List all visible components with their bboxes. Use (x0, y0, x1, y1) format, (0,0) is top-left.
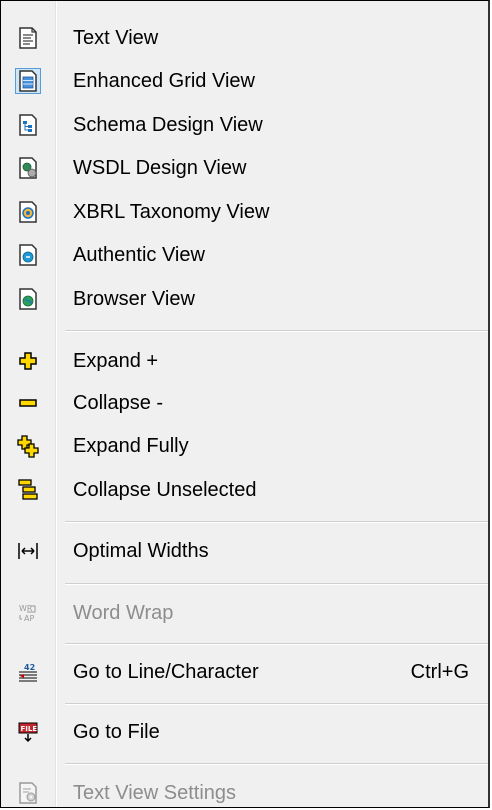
menu-separator (65, 703, 488, 705)
menu-item-label: Browser View (73, 288, 195, 310)
menu-item-collapse-unselected[interactable]: Collapse Unselected (1, 470, 488, 510)
menu-item-go-to-line[interactable]: 42 Go to Line/Character Ctrl+G (1, 652, 488, 692)
menu-item-label: Schema Design View (73, 114, 263, 136)
goto-file-icon: FILE (18, 722, 38, 743)
menu-item-text-view-settings[interactable]: Text View Settings (1, 773, 488, 807)
context-menu: Text View Enhanced Grid View Schema Desi… (0, 0, 490, 808)
menu-item-go-to-file[interactable]: FILE Go to File (1, 712, 488, 752)
text-view-icon (19, 27, 37, 49)
svg-text:AP: AP (24, 614, 34, 623)
menu-item-shortcut: Ctrl+G (410, 661, 469, 683)
menu-item-label: Authentic View (73, 244, 205, 266)
menu-separator (65, 330, 488, 332)
svg-text:42: 42 (24, 663, 35, 672)
menu-item-text-view[interactable]: Text View (1, 18, 488, 58)
menu-item-optimal-widths[interactable]: Optimal Widths (1, 531, 488, 571)
menu-item-collapse[interactable]: Collapse - (1, 383, 488, 423)
menu-item-schema-design-view[interactable]: Schema Design View (1, 105, 488, 145)
menu-item-label: Text View Settings (73, 782, 237, 804)
menu-item-expand[interactable]: Expand + (1, 341, 488, 381)
menu-item-label: Collapse - (73, 392, 164, 414)
menu-item-label: Enhanced Grid View (73, 70, 255, 92)
menu-separator (65, 643, 488, 645)
menu-item-label: Expand + (73, 350, 159, 372)
menu-item-label: Text View (73, 27, 159, 49)
expand-fully-icon (17, 435, 39, 458)
menu-item-xbrl-taxonomy-view[interactable]: XBRL Taxonomy View (1, 192, 488, 232)
menu-item-expand-fully[interactable]: Expand Fully (1, 426, 488, 466)
expand-icon (19, 352, 37, 370)
browser-view-icon (19, 288, 37, 310)
svg-text:FILE: FILE (21, 725, 38, 733)
word-wrap-icon: WR AP (19, 604, 36, 623)
menu-item-label: Expand Fully (73, 435, 189, 457)
collapse-icon (19, 399, 37, 407)
goto-line-icon: 42 (19, 663, 37, 682)
menu-item-label: Optimal Widths (73, 540, 209, 562)
menu-item-label: Collapse Unselected (73, 479, 257, 501)
menu-item-word-wrap[interactable]: WR AP Word Wrap (1, 593, 488, 633)
wsdl-view-icon (19, 157, 37, 179)
menu-separator (65, 521, 488, 523)
menu-separator (65, 583, 488, 585)
grid-view-icon (15, 68, 41, 94)
menu-item-label: WSDL Design View (73, 157, 247, 179)
menu-item-label: Word Wrap (73, 602, 174, 624)
collapse-unselected-icon (18, 479, 38, 500)
authentic-view-icon (19, 244, 37, 266)
menu-item-label: Go to File (73, 721, 160, 743)
menu-item-label: Go to Line/Character (73, 661, 259, 683)
schema-view-icon (19, 114, 37, 136)
menu-item-enhanced-grid-view[interactable]: Enhanced Grid View (1, 61, 488, 101)
text-view-settings-icon (19, 782, 37, 804)
optimal-widths-icon (18, 543, 38, 559)
menu-item-label: XBRL Taxonomy View (73, 201, 270, 223)
menu-item-wsdl-design-view[interactable]: WSDL Design View (1, 148, 488, 188)
menu-item-authentic-view[interactable]: Authentic View (1, 235, 488, 275)
menu-separator (65, 763, 488, 765)
menu-item-browser-view[interactable]: Browser View (1, 279, 488, 319)
xbrl-view-icon (19, 201, 37, 223)
